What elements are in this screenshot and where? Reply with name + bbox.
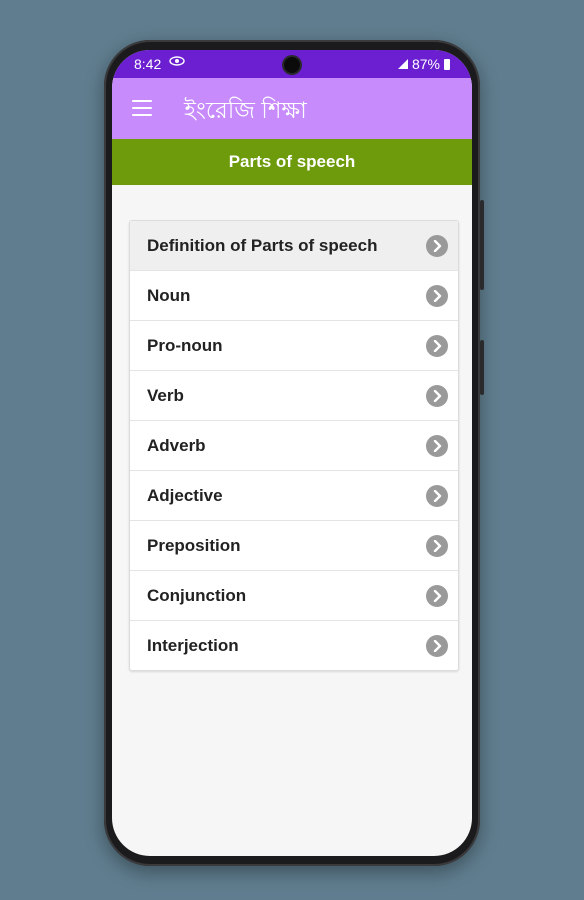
list-item-adverb[interactable]: Adverb bbox=[130, 421, 458, 471]
list-item-label: Verb bbox=[147, 385, 184, 405]
section-header: Parts of speech bbox=[112, 139, 472, 185]
list-item-label: Preposition bbox=[147, 535, 241, 555]
list-item-preposition[interactable]: Preposition bbox=[130, 521, 458, 571]
chevron-right-icon bbox=[426, 634, 448, 657]
list-item-label: Pro-noun bbox=[147, 335, 223, 355]
parts-of-speech-list: Definition of Parts of speech Noun Pro-n… bbox=[129, 220, 459, 671]
list-item-verb[interactable]: Verb bbox=[130, 371, 458, 421]
list-item-definition[interactable]: Definition of Parts of speech bbox=[130, 221, 458, 271]
status-bar: 8:42 87% bbox=[112, 50, 472, 78]
chevron-right-icon bbox=[426, 284, 448, 307]
battery-percent: 87% bbox=[411, 56, 440, 72]
list-item-pronoun[interactable]: Pro-noun bbox=[130, 321, 458, 371]
battery-icon bbox=[444, 58, 450, 70]
chevron-right-icon bbox=[426, 584, 448, 607]
chevron-right-icon bbox=[426, 334, 448, 357]
list-item-label: Conjunction bbox=[147, 585, 247, 605]
list-item-conjunction[interactable]: Conjunction bbox=[130, 571, 458, 621]
list-item-interjection[interactable]: Interjection bbox=[130, 621, 458, 670]
chevron-right-icon bbox=[426, 434, 448, 457]
chevron-right-icon bbox=[426, 234, 448, 257]
phone-frame: 8:42 87% ইংরেজি শিক্ষা Parts of speech D… bbox=[104, 40, 484, 866]
list-item-noun[interactable]: Noun bbox=[130, 271, 458, 321]
signal-icon bbox=[397, 59, 408, 69]
hamburger-menu-icon[interactable] bbox=[132, 100, 152, 116]
list-item-label: Interjection bbox=[147, 635, 239, 655]
chevron-right-icon bbox=[426, 484, 448, 507]
status-time: 8:42 bbox=[134, 56, 162, 72]
phone-screen: 8:42 87% ইংরেজি শিক্ষা Parts of speech D… bbox=[112, 50, 472, 856]
list-item-label: Noun bbox=[147, 285, 191, 305]
app-bar: ইংরেজি শিক্ষা bbox=[112, 78, 472, 139]
list-item-label: Adverb bbox=[147, 435, 206, 455]
list-item-adjective[interactable]: Adjective bbox=[130, 471, 458, 521]
chevron-right-icon bbox=[426, 534, 448, 557]
volume-button bbox=[480, 200, 484, 290]
app-title: ইংরেজি শিক্ষা bbox=[184, 97, 307, 123]
list-item-label: Definition of Parts of speech bbox=[147, 235, 378, 255]
eye-icon bbox=[169, 55, 185, 70]
power-button bbox=[480, 340, 484, 395]
list-item-label: Adjective bbox=[147, 485, 223, 505]
status-right: 87% bbox=[397, 56, 450, 72]
section-title: Parts of speech bbox=[228, 152, 356, 171]
chevron-right-icon bbox=[426, 384, 448, 407]
front-camera bbox=[284, 57, 300, 73]
